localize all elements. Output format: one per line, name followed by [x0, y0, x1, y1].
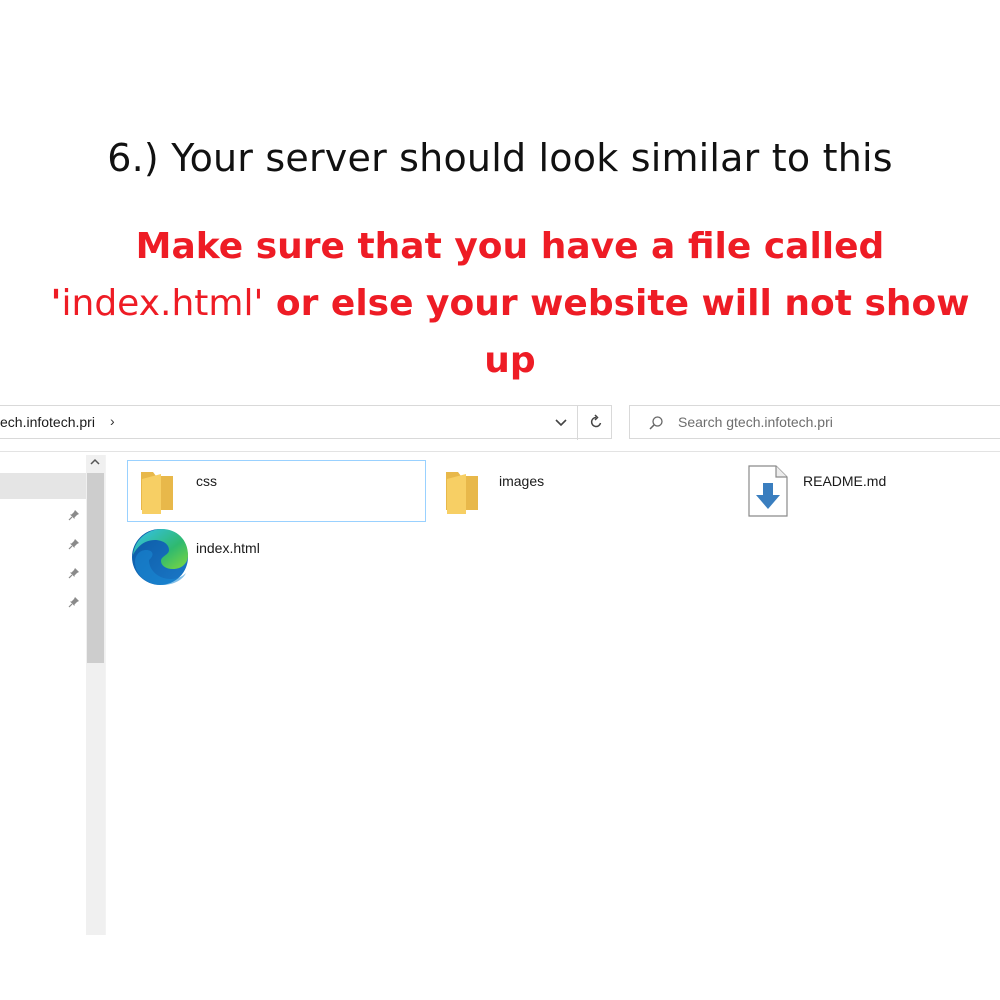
folder-icon [141, 472, 173, 514]
breadcrumb-chevron-icon[interactable]: › [110, 413, 115, 429]
nav-scrollbar-thumb[interactable] [87, 473, 104, 663]
warning-line-2: or else your website will not show up [263, 283, 970, 381]
edge-browser-icon [132, 529, 188, 585]
search-icon [649, 416, 663, 430]
toolbar-divider [0, 451, 1000, 452]
pin-icon[interactable] [68, 596, 80, 608]
pin-icon[interactable] [68, 567, 80, 579]
warning-line-1: Make sure that you have a file called [135, 226, 885, 267]
refresh-icon[interactable] [588, 414, 604, 430]
pin-icon[interactable] [68, 509, 80, 521]
download-file-icon [748, 465, 788, 517]
pane-divider [105, 455, 106, 935]
file-label-images: images [499, 473, 545, 489]
address-bar[interactable]: ech.infotech.pri › [0, 405, 612, 440]
nav-selected-item[interactable] [0, 473, 86, 499]
address-path[interactable]: ech.infotech.pri [0, 414, 95, 430]
warning-filename: index.html' [61, 283, 264, 324]
warning-text: Make sure that you have a file called 'i… [40, 218, 980, 389]
file-label-index-html: index.html [196, 540, 260, 556]
search-box[interactable]: Search gtech.infotech.pri [629, 405, 1000, 439]
pin-icon[interactable] [68, 538, 80, 550]
file-label-css: css [196, 473, 217, 489]
address-divider [577, 406, 578, 440]
instruction-heading: 6.) Your server should look similar to t… [107, 136, 893, 180]
warning-quote: ' [50, 283, 62, 324]
file-label-readme: README.md [803, 473, 887, 489]
folder-icon [446, 472, 478, 514]
search-placeholder: Search gtech.infotech.pri [678, 414, 833, 430]
chevron-up-icon[interactable] [88, 456, 102, 468]
chevron-down-icon[interactable] [553, 414, 569, 430]
